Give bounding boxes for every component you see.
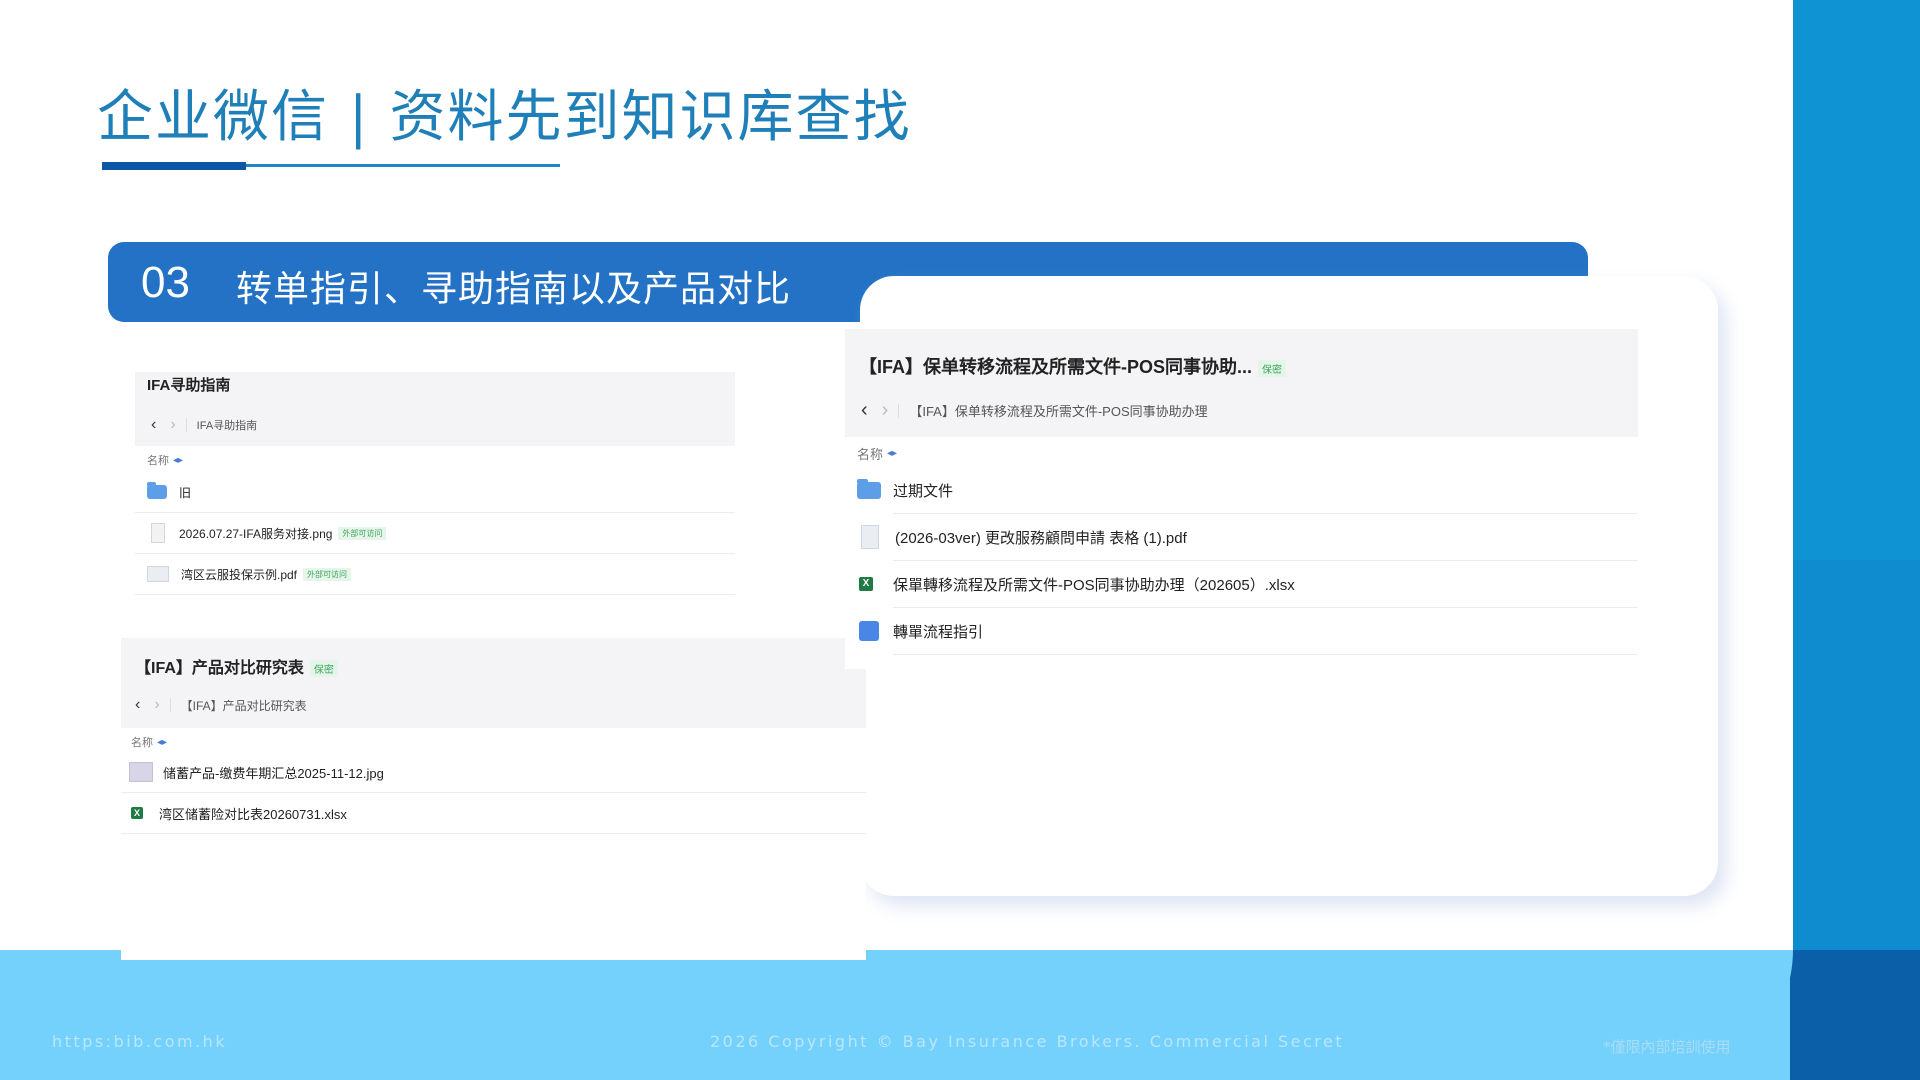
panel-title-text: 【IFA】产品对比研究表	[135, 660, 304, 677]
excel-file-icon: X	[859, 577, 873, 591]
confidential-badge: 保密	[309, 660, 338, 678]
back-icon[interactable]: ‹	[151, 416, 156, 434]
file-name: 旧	[179, 485, 192, 500]
divider	[169, 698, 171, 712]
breadcrumb: ‹ › 【IFA】保单转移流程及所需文件-POS同事协助办理	[861, 399, 1208, 422]
image-file-icon	[151, 523, 165, 543]
shared-folder-icon	[857, 478, 881, 499]
column-label: 名称	[147, 455, 169, 467]
panel-title-text: 【IFA】保单转移流程及所需文件-POS同事协助...	[859, 357, 1253, 377]
forward-icon[interactable]: ›	[882, 399, 889, 422]
image-file-icon	[129, 762, 153, 782]
column-label: 名称	[131, 737, 153, 749]
footer-note: *僅限內部培訓使用	[1603, 1038, 1731, 1056]
list-item[interactable]: 过期文件	[857, 467, 1638, 514]
back-icon[interactable]: ‹	[861, 399, 868, 422]
external-access-badge: 外部可访问	[338, 526, 387, 540]
title-underline-accent	[102, 162, 246, 170]
forward-icon[interactable]: ›	[154, 696, 159, 714]
ifa-guide-panel: IFA寻助指南 ‹ › IFA寻助指南 名称 ◂▸ 旧 2026.07.27-IF…	[135, 372, 735, 600]
breadcrumb: ‹ › IFA寻助指南	[151, 416, 257, 434]
column-label: 名称	[857, 447, 884, 462]
file-name: 储蓄产品-缴费年期汇总2025-11-12.jpg	[163, 765, 384, 781]
sort-icon[interactable]: ◂▸	[173, 455, 183, 466]
column-header-name[interactable]: 名称 ◂▸	[147, 452, 183, 468]
list-item[interactable]: 储蓄产品-缴费年期汇总2025-11-12.jpg	[121, 752, 866, 793]
doc-icon	[859, 621, 879, 641]
excel-file-icon: X	[131, 807, 143, 819]
product-compare-panel: 【IFA】产品对比研究表 保密 ‹ › 【IFA】产品对比研究表 名称 ◂▸ 储蓄产…	[121, 638, 866, 960]
sort-icon[interactable]: ◂▸	[887, 448, 897, 459]
file-name: 保單轉移流程及所需文件-POS同事协助办理（202605）.xlsx	[893, 576, 1295, 594]
pdf-file-icon	[147, 566, 169, 582]
breadcrumb-item[interactable]: IFA寻助指南	[197, 417, 258, 433]
footer-corner	[1790, 950, 1920, 1080]
footer-band	[0, 950, 1920, 1080]
column-header-name[interactable]: 名称 ◂▸	[857, 444, 897, 463]
breadcrumb-item[interactable]: 【IFA】产品对比研究表	[181, 697, 307, 714]
list-item[interactable]: 2026.07.27-IFA服务对接.png 外部可访问	[135, 513, 735, 554]
confidential-badge: 保密	[1258, 359, 1287, 377]
footer-copyright: 2026 Copyright © Bay Insurance Brokers. …	[710, 1032, 1345, 1051]
divider	[898, 403, 900, 418]
shared-folder-icon	[147, 482, 167, 499]
list-item[interactable]: 湾区云服投保示例.pdf 外部可访问	[135, 554, 735, 595]
panel-title: IFA寻助指南	[147, 377, 231, 394]
panel-header: 【IFA】产品对比研究表 保密 ‹ › 【IFA】产品对比研究表	[121, 638, 866, 728]
sort-icon[interactable]: ◂▸	[157, 737, 167, 748]
file-name: (2026-03ver) 更改服務顧問申請 表格 (1).pdf	[895, 529, 1187, 547]
panel-header: 【IFA】保单转移流程及所需文件-POS同事协助... 保密 ‹ › 【IFA】保…	[845, 329, 1638, 437]
file-name: 过期文件	[893, 482, 954, 500]
section-number: 03	[141, 258, 190, 307]
list-item[interactable]: 旧	[135, 472, 735, 513]
list-item[interactable]: (2026-03ver) 更改服務顧問申請 表格 (1).pdf	[861, 514, 1638, 561]
divider	[185, 418, 187, 432]
list-item[interactable]: 轉單流程指引	[859, 608, 1638, 655]
right-side-bar	[1793, 0, 1920, 560]
panel-title: 【IFA】产品对比研究表 保密	[135, 654, 338, 678]
external-access-badge: 外部可访问	[303, 567, 352, 581]
file-name: 湾区储蓄险对比表20260731.xlsx	[159, 806, 347, 822]
section-heading: 转单指引、寻助指南以及产品对比	[236, 269, 792, 310]
file-name: 轉單流程指引	[893, 623, 984, 641]
back-icon[interactable]: ‹	[135, 696, 140, 714]
breadcrumb-item[interactable]: 【IFA】保单转移流程及所需文件-POS同事协助办理	[909, 401, 1207, 420]
policy-transfer-panel: 【IFA】保单转移流程及所需文件-POS同事协助... 保密 ‹ › 【IFA】保…	[845, 329, 1638, 669]
pdf-file-icon	[861, 525, 879, 549]
list-item[interactable]: X 保單轉移流程及所需文件-POS同事协助办理（202605）.xlsx	[859, 561, 1638, 608]
list-item[interactable]: X 湾区储蓄险对比表20260731.xlsx	[121, 793, 866, 834]
footer-url[interactable]: https:bib.com.hk	[52, 1032, 227, 1051]
file-name: 2026.07.27-IFA服务对接.png	[179, 526, 333, 541]
panel-header: IFA寻助指南 ‹ › IFA寻助指南	[135, 372, 735, 446]
file-name: 湾区云服投保示例.pdf	[181, 567, 298, 582]
column-header-name[interactable]: 名称 ◂▸	[131, 734, 167, 750]
page-title: 企业微信 | 资料先到知识库查找	[97, 85, 912, 150]
panel-title: 【IFA】保单转移流程及所需文件-POS同事协助... 保密	[859, 353, 1287, 379]
forward-icon[interactable]: ›	[170, 416, 175, 434]
breadcrumb: ‹ › 【IFA】产品对比研究表	[135, 696, 307, 714]
